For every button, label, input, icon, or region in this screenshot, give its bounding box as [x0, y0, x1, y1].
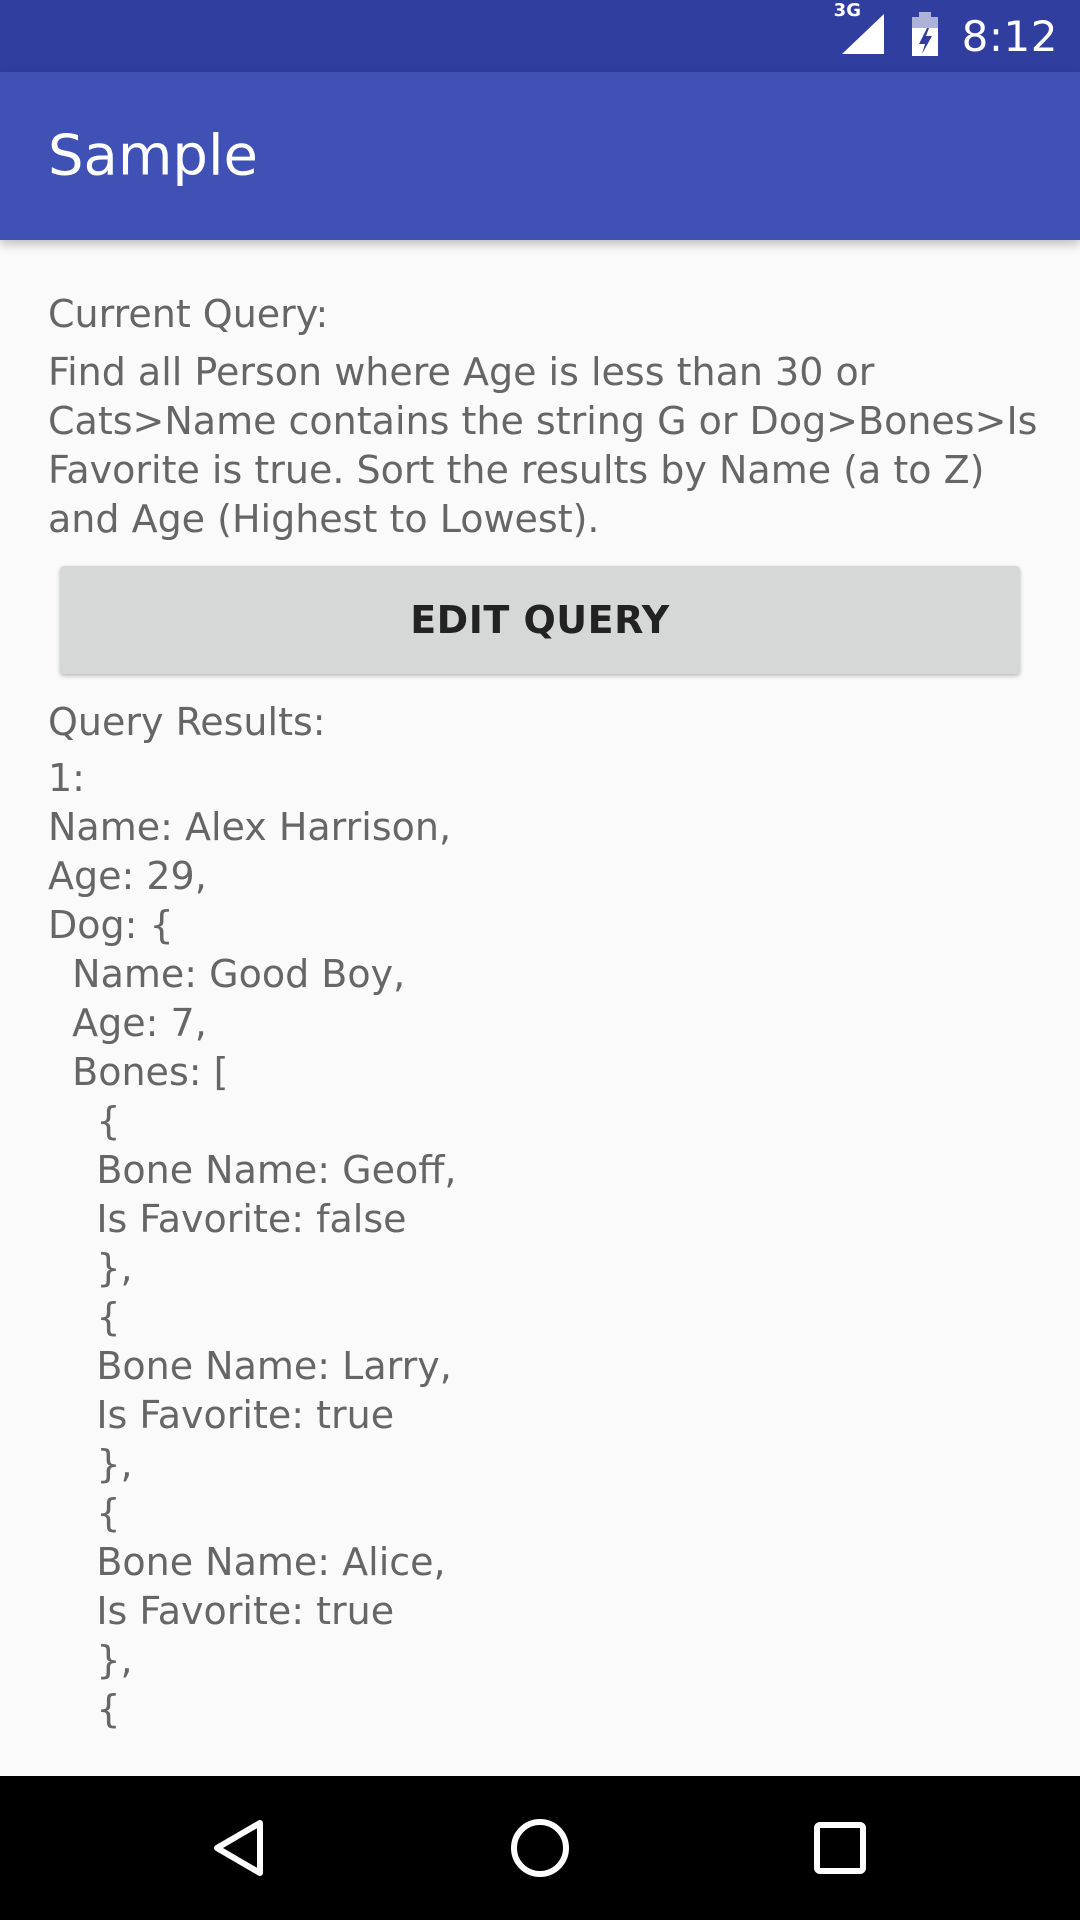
status-icons: 3G 8:12: [834, 0, 1058, 72]
query-results-text: 1: Name: Alex Harrison, Age: 29, Dog: { …: [48, 756, 457, 1731]
recents-button[interactable]: [780, 1776, 900, 1920]
app-title: Sample: [48, 123, 258, 189]
home-button[interactable]: [480, 1776, 600, 1920]
signal-icon: 3G: [834, 0, 888, 62]
back-icon: [214, 1820, 263, 1876]
navigation-bar: [0, 1776, 1080, 1920]
status-bar: 3G 8:12: [0, 0, 1080, 72]
recents-icon: [814, 1822, 866, 1874]
current-query-label: Current Query:: [48, 292, 329, 336]
status-time: 8:12: [961, 11, 1058, 61]
query-results-label: Query Results:: [48, 700, 326, 744]
app-bar: Sample: [0, 72, 1080, 240]
home-icon: [511, 1819, 569, 1877]
battery-icon: [910, 10, 940, 62]
back-button[interactable]: [180, 1776, 300, 1920]
network-type: 3G: [833, 0, 861, 21]
current-query-text: Find all Person where Age is less than 3…: [48, 350, 1050, 541]
query-section: Current Query: Find all Person where Age…: [48, 288, 1038, 544]
edit-query-button[interactable]: EDIT QUERY: [60, 566, 1020, 674]
